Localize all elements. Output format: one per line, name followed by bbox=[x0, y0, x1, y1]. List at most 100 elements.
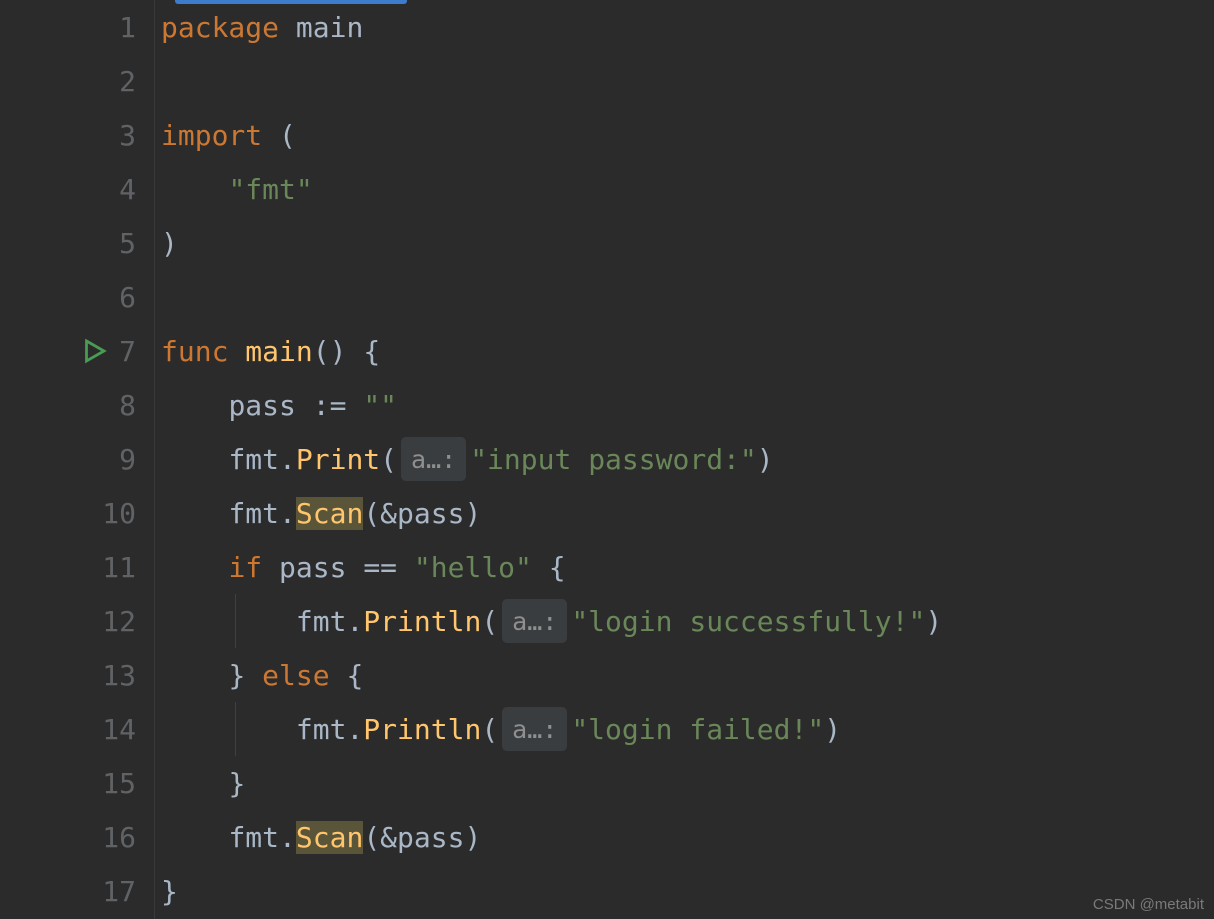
line-number: 12 bbox=[102, 605, 136, 638]
gutter-line[interactable]: 17 bbox=[0, 864, 154, 918]
identifier-main: main bbox=[296, 11, 363, 44]
string-login-success: "login successfully!" bbox=[571, 605, 925, 638]
line-number: 8 bbox=[119, 389, 136, 422]
line-number: 9 bbox=[119, 443, 136, 476]
code-line[interactable]: fmt.Println(a…:"login failed!") bbox=[161, 702, 1214, 756]
func-Scan-highlight: Scan bbox=[296, 821, 363, 854]
eq-op: == bbox=[363, 551, 397, 584]
gutter-line[interactable]: 13 bbox=[0, 648, 154, 702]
identifier-fmt: fmt bbox=[228, 821, 279, 854]
code-editor: 1 2 3 4 5 6 7 8 9 10 11 12 13 14 15 16 1… bbox=[0, 0, 1214, 919]
run-icon[interactable] bbox=[74, 331, 114, 371]
parameter-hint: a…: bbox=[502, 707, 567, 751]
gutter-line[interactable]: 1 bbox=[0, 0, 154, 54]
code-line[interactable]: } else { bbox=[161, 648, 1214, 702]
indent-guide bbox=[235, 594, 236, 648]
string-hello: "hello" bbox=[414, 551, 532, 584]
gutter-line[interactable]: 5 bbox=[0, 216, 154, 270]
paren-close: ) bbox=[161, 227, 178, 260]
watermark: CSDN @metabit bbox=[1093, 896, 1204, 913]
paren-close: ) bbox=[464, 497, 481, 530]
gutter-line[interactable]: 11 bbox=[0, 540, 154, 594]
line-number: 11 bbox=[102, 551, 136, 584]
identifier-fmt: fmt bbox=[228, 443, 279, 476]
code-area[interactable]: package main import ( "fmt" ) func main(… bbox=[155, 0, 1214, 919]
code-line[interactable]: } bbox=[161, 756, 1214, 810]
identifier-fmt: fmt bbox=[228, 497, 279, 530]
func-Scan-highlight: Scan bbox=[296, 497, 363, 530]
string-empty: "" bbox=[363, 389, 397, 422]
brace-open: { bbox=[346, 659, 363, 692]
keyword-import: import bbox=[161, 119, 262, 152]
code-line[interactable] bbox=[161, 270, 1214, 324]
string-fmt: "fmt" bbox=[228, 173, 312, 206]
gutter-line[interactable]: 12 bbox=[0, 594, 154, 648]
code-line[interactable]: fmt.Print(a…:"input password:") bbox=[161, 432, 1214, 486]
line-number: 10 bbox=[102, 497, 136, 530]
paren-open: ( bbox=[363, 497, 380, 530]
identifier-fmt: fmt bbox=[296, 605, 347, 638]
gutter-line[interactable]: 2 bbox=[0, 54, 154, 108]
code-line[interactable]: if pass == "hello" { bbox=[161, 540, 1214, 594]
brace-close: } bbox=[228, 659, 245, 692]
paren-open: ( bbox=[481, 713, 498, 746]
paren-close: ) bbox=[824, 713, 841, 746]
line-number: 7 bbox=[119, 335, 136, 368]
code-line[interactable]: fmt.Scan(&pass) bbox=[161, 810, 1214, 864]
identifier-pass: pass bbox=[279, 551, 346, 584]
gutter-line[interactable]: 16 bbox=[0, 810, 154, 864]
dot: . bbox=[346, 605, 363, 638]
code-line[interactable]: func main() { bbox=[161, 324, 1214, 378]
line-number: 17 bbox=[102, 875, 136, 908]
line-number: 6 bbox=[119, 281, 136, 314]
parameter-hint: a…: bbox=[401, 437, 466, 481]
paren-close: ) bbox=[464, 821, 481, 854]
gutter-line[interactable]: 10 bbox=[0, 486, 154, 540]
keyword-if: if bbox=[228, 551, 262, 584]
gutter-line[interactable]: 9 bbox=[0, 432, 154, 486]
dot: . bbox=[346, 713, 363, 746]
code-line[interactable]: ) bbox=[161, 216, 1214, 270]
func-Println: Println bbox=[363, 605, 481, 638]
dot: . bbox=[279, 497, 296, 530]
line-number: 4 bbox=[119, 173, 136, 206]
line-number: 16 bbox=[102, 821, 136, 854]
gutter-line[interactable]: 6 bbox=[0, 270, 154, 324]
paren-open: ( bbox=[481, 605, 498, 638]
brace-close: } bbox=[228, 767, 245, 800]
line-number: 15 bbox=[102, 767, 136, 800]
keyword-package: package bbox=[161, 11, 279, 44]
line-number: 5 bbox=[119, 227, 136, 260]
code-line[interactable]: fmt.Scan(&pass) bbox=[161, 486, 1214, 540]
indent-guide bbox=[235, 702, 236, 756]
code-line[interactable] bbox=[161, 54, 1214, 108]
string-login-failed: "login failed!" bbox=[571, 713, 824, 746]
code-line[interactable]: } bbox=[161, 864, 1214, 918]
line-number: 3 bbox=[119, 119, 136, 152]
code-line[interactable]: fmt.Println(a…:"login successfully!") bbox=[161, 594, 1214, 648]
keyword-func: func bbox=[161, 335, 228, 368]
dot: . bbox=[279, 443, 296, 476]
line-number: 1 bbox=[119, 11, 136, 44]
gutter-line[interactable]: 8 bbox=[0, 378, 154, 432]
gutter: 1 2 3 4 5 6 7 8 9 10 11 12 13 14 15 16 1… bbox=[0, 0, 155, 919]
gutter-line[interactable]: 15 bbox=[0, 756, 154, 810]
gutter-line[interactable]: 3 bbox=[0, 108, 154, 162]
code-line[interactable]: pass := "" bbox=[161, 378, 1214, 432]
gutter-line[interactable]: 14 bbox=[0, 702, 154, 756]
brace-close: } bbox=[161, 875, 178, 908]
string-input-password: "input password:" bbox=[470, 443, 757, 476]
gutter-line[interactable]: 4 bbox=[0, 162, 154, 216]
dot: . bbox=[279, 821, 296, 854]
paren-open: ( bbox=[279, 119, 296, 152]
func-main: main bbox=[245, 335, 312, 368]
line-number: 13 bbox=[102, 659, 136, 692]
func-Println: Println bbox=[363, 713, 481, 746]
func-Print: Print bbox=[296, 443, 380, 476]
paren-open: ( bbox=[380, 443, 397, 476]
code-line[interactable]: package main bbox=[161, 0, 1214, 54]
code-line[interactable]: "fmt" bbox=[161, 162, 1214, 216]
gutter-line[interactable]: 7 bbox=[0, 324, 154, 378]
parameter-hint: a…: bbox=[502, 599, 567, 643]
code-line[interactable]: import ( bbox=[161, 108, 1214, 162]
